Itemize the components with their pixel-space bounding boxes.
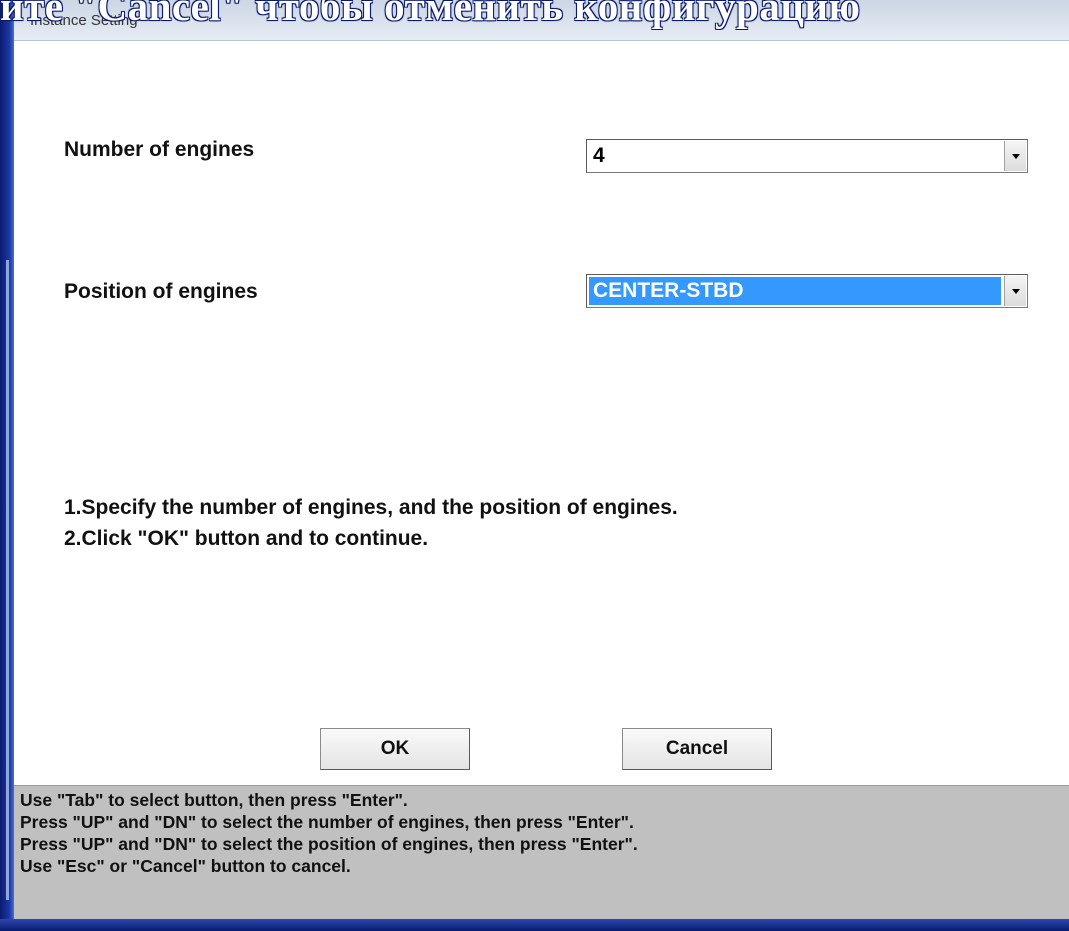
help-line: Press "UP" and "DN" to select the number… <box>20 812 634 832</box>
slide-background-left <box>0 0 14 931</box>
cancel-button[interactable]: Cancel <box>622 728 772 770</box>
ok-button[interactable]: OK <box>320 728 470 770</box>
help-line: Use "Tab" to select button, then press "… <box>20 790 408 810</box>
engines-position-select[interactable]: CENTER-STBD <box>586 274 1028 308</box>
help-line: Press "UP" and "DN" to select the positi… <box>20 834 638 854</box>
instruction-line: 2.Click "OK" button and to continue. <box>64 527 429 550</box>
engines-position-value: CENTER-STBD <box>589 277 1001 305</box>
slide-heading: ите "Cancel" чтобы отменить конфигурацию <box>0 0 861 29</box>
chevron-down-icon[interactable] <box>1004 276 1026 306</box>
engines-count-label: Number of engines <box>64 138 255 161</box>
engines-count-value: 4 <box>593 144 605 167</box>
instructions-text: 1.Specify the number of engines, and the… <box>64 492 678 554</box>
chevron-down-icon[interactable] <box>1004 141 1026 171</box>
slide-background-bottom <box>0 919 1069 931</box>
engines-position-label: Position of engines <box>64 280 258 303</box>
instruction-line: 1.Specify the number of engines, and the… <box>64 496 678 519</box>
instance-setting-dialog: Instance Setting Number of engines 4 Pos… <box>14 0 1069 919</box>
help-panel: Use "Tab" to select button, then press "… <box>14 785 1069 919</box>
engines-count-select[interactable]: 4 <box>586 139 1028 173</box>
help-line: Use "Esc" or "Cancel" button to cancel. <box>20 856 351 876</box>
